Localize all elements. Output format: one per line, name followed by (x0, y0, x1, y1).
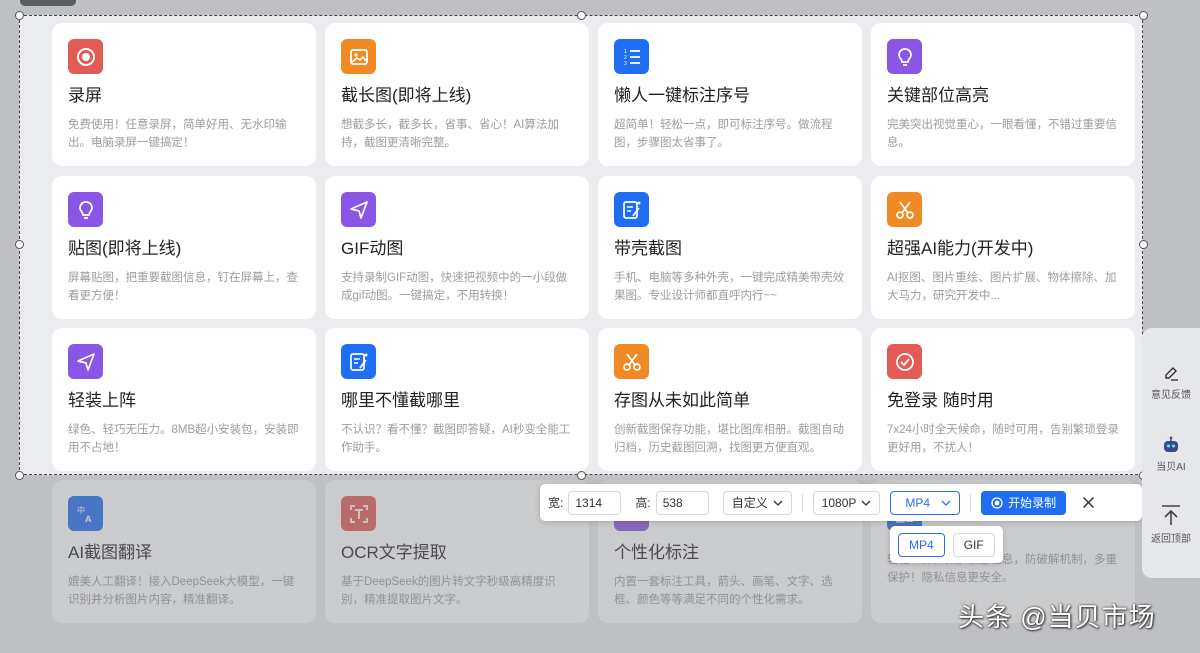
height-label: 高: (635, 496, 651, 510)
capture-selection-frame[interactable] (19, 15, 1143, 475)
resize-handle-right[interactable] (1139, 240, 1148, 249)
height-input[interactable]: 538 (655, 490, 709, 515)
size-mode-select[interactable]: 自定义 (722, 490, 792, 515)
pen-icon (1165, 367, 1178, 381)
toolbar-divider (801, 493, 803, 512)
format-select[interactable]: MP4 (890, 490, 961, 515)
width-input[interactable]: 1314 (568, 490, 622, 515)
resize-handle-top[interactable] (577, 11, 586, 20)
format-dropdown-menu: MP4 GIF (890, 526, 1003, 563)
resolution-value: 1080P (821, 495, 857, 510)
start-recording-button[interactable]: 开始录制 (981, 490, 1067, 515)
back-to-top-label: 返回顶部 (1151, 534, 1191, 545)
chevron-down-icon (941, 500, 951, 506)
resize-handle-top-left[interactable] (15, 11, 24, 20)
robot-icon (1164, 436, 1178, 452)
arrow-up-icon (1162, 505, 1180, 525)
size-mode-value: 自定义 (731, 496, 768, 510)
format-value: MP4 (905, 495, 931, 510)
format-option-mp4[interactable]: MP4 (898, 532, 945, 557)
close-toolbar-button[interactable] (1080, 495, 1096, 511)
resize-handle-bottom[interactable] (577, 471, 586, 480)
ai-assistant-label: 当贝AI (1156, 462, 1186, 473)
record-icon (991, 496, 1003, 509)
watermark-text: 头条 @当贝市场 (958, 602, 1156, 632)
width-label: 宽: (548, 496, 564, 510)
resize-handle-bottom-left[interactable] (15, 471, 24, 480)
resolution-select[interactable]: 1080P (812, 490, 881, 515)
ai-assistant-button[interactable]: 当贝AI (1142, 436, 1200, 473)
toolbar-divider (970, 493, 972, 512)
feedback-button[interactable]: 意见反馈 (1142, 364, 1200, 401)
start-recording-label: 开始录制 (1008, 496, 1057, 510)
dim-overlay-top (0, 0, 1200, 15)
close-icon (1082, 496, 1094, 509)
back-to-top-button[interactable]: 返回顶部 (1142, 504, 1200, 545)
floating-sidebar: 意见反馈 当贝AI 返回顶部 (1142, 328, 1200, 578)
resize-handle-top-right[interactable] (1139, 11, 1148, 20)
resize-handle-left[interactable] (15, 240, 24, 249)
feedback-label: 意见反馈 (1151, 390, 1191, 401)
format-option-gif[interactable]: GIF (952, 532, 995, 557)
recording-toolbar: 宽: 1314 高: 538 自定义 1080P MP4 开始录制 (540, 484, 1142, 521)
chevron-down-icon (773, 500, 783, 506)
chevron-down-icon (861, 500, 871, 506)
